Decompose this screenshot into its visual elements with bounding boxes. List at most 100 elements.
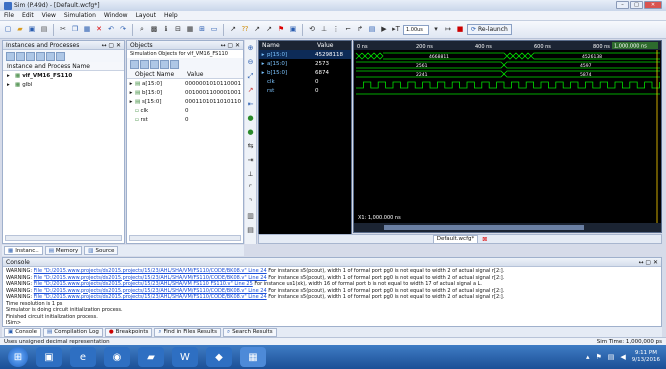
explorer-icon[interactable]: ▣ bbox=[36, 347, 62, 367]
swap-icon[interactable]: ⇆ bbox=[246, 141, 256, 151]
expand-arrow-icon[interactable]: ▸ bbox=[259, 52, 267, 58]
menu-simulation[interactable]: Simulation bbox=[64, 12, 96, 19]
restart-sim-icon[interactable]: ▤ bbox=[367, 25, 377, 35]
layout-icon[interactable]: ▭ bbox=[209, 25, 219, 35]
expand-arrow-icon[interactable]: ▸ bbox=[7, 82, 15, 88]
tab-compilation-log[interactable]: ▤ Compilation Log bbox=[43, 327, 103, 337]
zoom-fit-icon[interactable]: ⤢ bbox=[246, 71, 256, 81]
sort-icon[interactable] bbox=[36, 51, 45, 61]
menu-help[interactable]: Help bbox=[164, 12, 178, 19]
folder-icon[interactable]: ▰ bbox=[138, 347, 164, 367]
console-file-link[interactable]: File "D:/2015.www.projects/ds2015.projec… bbox=[34, 288, 267, 294]
stop-icon[interactable]: ■ bbox=[455, 25, 465, 35]
tab-breakpoints[interactable]: ● Breakpoints bbox=[104, 327, 153, 337]
print-icon[interactable]: ▤ bbox=[39, 25, 49, 35]
menu-edit[interactable]: Edit bbox=[22, 12, 34, 19]
object-row[interactable]: ▫ rst 0 bbox=[127, 115, 243, 124]
object-row[interactable]: ▫ clk 0 bbox=[127, 106, 243, 115]
marker-icon[interactable]: ↗ bbox=[246, 85, 256, 95]
snap-icon[interactable]: ⟂ bbox=[246, 169, 256, 179]
panel-controls-icon[interactable]: ↔ ▢ ✕ bbox=[220, 42, 240, 49]
undo-icon[interactable]: ↶ bbox=[106, 25, 116, 35]
wave-signal-row[interactable]: ▸ p[15:0] 45298118 bbox=[259, 50, 351, 59]
menu-file[interactable]: File bbox=[4, 12, 14, 19]
pointer-icon[interactable]: ↗ bbox=[228, 25, 238, 35]
tab-instances[interactable]: ▦ Instanc.. bbox=[4, 246, 43, 255]
copy-icon[interactable]: ❐ bbox=[70, 25, 80, 35]
tab-default-wcfg[interactable]: Default.wcfg* bbox=[432, 234, 479, 244]
zoom-in-icon[interactable]: ⊕ bbox=[246, 43, 256, 53]
filter-const-icon[interactable] bbox=[170, 59, 179, 69]
zoom-icon[interactable]: ▩ bbox=[149, 25, 159, 35]
wave-hscroll-thumb[interactable] bbox=[384, 225, 584, 230]
wave-signal-row[interactable]: rst 0 bbox=[259, 86, 351, 95]
go-to-icon[interactable]: ▣ bbox=[288, 25, 298, 35]
tab-find-in-files[interactable]: ⌕ Find in Files Results bbox=[154, 327, 221, 337]
new-file-icon[interactable]: ▢ bbox=[3, 25, 13, 35]
marker-icon[interactable]: ⊟ bbox=[173, 25, 183, 35]
edge-prev-icon[interactable]: ⌜ bbox=[246, 183, 256, 193]
settings-icon[interactable] bbox=[46, 51, 55, 61]
ie-icon[interactable]: e bbox=[70, 347, 96, 367]
instances-column-header[interactable]: Instance and Process Name bbox=[3, 62, 124, 71]
time-unit-dropdown[interactable]: ▾ bbox=[431, 25, 441, 35]
delete-icon[interactable]: ✕ bbox=[94, 25, 104, 35]
step-over-icon[interactable]: ↱ bbox=[355, 25, 365, 35]
tray-arrow-icon[interactable]: ▴ bbox=[586, 353, 590, 361]
instance-row[interactable]: ▸ ▦ vlf_VM16_FS110 bbox=[3, 71, 124, 80]
add-marker-icon[interactable]: ⇥ bbox=[246, 155, 256, 165]
app-icon[interactable]: ◆ bbox=[206, 347, 232, 367]
menu-layout[interactable]: Layout bbox=[136, 12, 156, 19]
chrome-icon[interactable]: ◉ bbox=[104, 347, 130, 367]
relaunch-button[interactable]: ⟳ Re-launch bbox=[467, 24, 512, 35]
open-folder-icon[interactable]: ▰ bbox=[15, 25, 25, 35]
panel-controls-icon[interactable]: ↔ ▢ ✕ bbox=[101, 42, 121, 49]
close-tab-icon[interactable]: ⊠ bbox=[482, 236, 487, 243]
expand-arrow-icon[interactable]: ▸ bbox=[259, 70, 267, 76]
go-start-icon[interactable]: ● bbox=[246, 113, 256, 123]
zoom-out-icon[interactable]: ⊖ bbox=[246, 57, 256, 67]
collapse-icon[interactable] bbox=[16, 51, 25, 61]
run-time-input[interactable]: 1.00us bbox=[403, 24, 429, 35]
panel-controls-icon[interactable]: ↔ ▢ ✕ bbox=[638, 259, 658, 266]
cut-icon[interactable]: ✂ bbox=[58, 25, 68, 35]
expand-arrow-icon[interactable]: ▸ bbox=[127, 99, 135, 105]
flag-icon[interactable]: ⚑ bbox=[596, 353, 602, 361]
filter-inout-icon[interactable] bbox=[150, 59, 159, 69]
filter-input-icon[interactable] bbox=[130, 59, 139, 69]
filter-output-icon[interactable] bbox=[140, 59, 149, 69]
step-icon[interactable]: ⊥ bbox=[319, 25, 329, 35]
menu-window[interactable]: Window bbox=[104, 12, 128, 19]
wave-name-header[interactable]: Name bbox=[259, 42, 315, 49]
tab-memory[interactable]: ▤ Memory bbox=[44, 246, 83, 255]
tab-search-results[interactable]: ⌕ Search Results bbox=[222, 327, 277, 337]
expand-icon[interactable] bbox=[6, 51, 15, 61]
console-file-link[interactable]: File "D:/2015.www.projects/ds2015.projec… bbox=[34, 275, 267, 281]
console-file-link[interactable]: File "D:/2015.www.projects/ds2015.projec… bbox=[34, 268, 267, 274]
search-icon[interactable] bbox=[56, 51, 65, 61]
group-icon[interactable]: ▥ bbox=[246, 211, 256, 221]
instances-hscrollbar[interactable] bbox=[5, 235, 122, 241]
menu-view[interactable]: View bbox=[42, 12, 56, 19]
objects-hscrollbar[interactable] bbox=[129, 235, 241, 241]
expand-arrow-icon[interactable]: ▸ bbox=[7, 73, 15, 79]
break-icon[interactable]: ⌐ bbox=[343, 25, 353, 35]
redo-icon[interactable]: ↷ bbox=[118, 25, 128, 35]
run-icon[interactable]: ▶ bbox=[379, 25, 389, 35]
console-file-link[interactable]: File "D:/2015.www.projects/ds2015.projec… bbox=[34, 294, 267, 300]
instance-row[interactable]: ▸ ▦ glbl bbox=[3, 80, 124, 89]
expand-arrow-icon[interactable]: ▸ bbox=[127, 81, 135, 87]
expand-arrow-icon[interactable]: ▸ bbox=[127, 90, 135, 96]
divider-icon[interactable]: ▤ bbox=[246, 225, 256, 235]
object-row[interactable]: ▸ ▤ a[15:0] 0000001010110001 bbox=[127, 79, 243, 88]
find-icon[interactable]: ⌕ bbox=[137, 25, 147, 35]
grid-icon[interactable]: ▦ bbox=[185, 25, 195, 35]
object-name-header[interactable]: Object Name bbox=[127, 71, 185, 78]
waveform-canvas[interactable]: 0 ns 200 ns 400 ns 600 ns 800 ns 1,000.0… bbox=[353, 40, 662, 233]
start-button[interactable]: ⊞ bbox=[8, 347, 28, 367]
volume-icon[interactable]: ◀ bbox=[620, 353, 625, 361]
paste-icon[interactable]: ▦ bbox=[82, 25, 92, 35]
minimize-button[interactable]: – bbox=[616, 1, 629, 9]
help-pointer-icon[interactable]: ⁇ bbox=[240, 25, 250, 35]
run-for-icon[interactable]: ▸T bbox=[391, 25, 401, 35]
